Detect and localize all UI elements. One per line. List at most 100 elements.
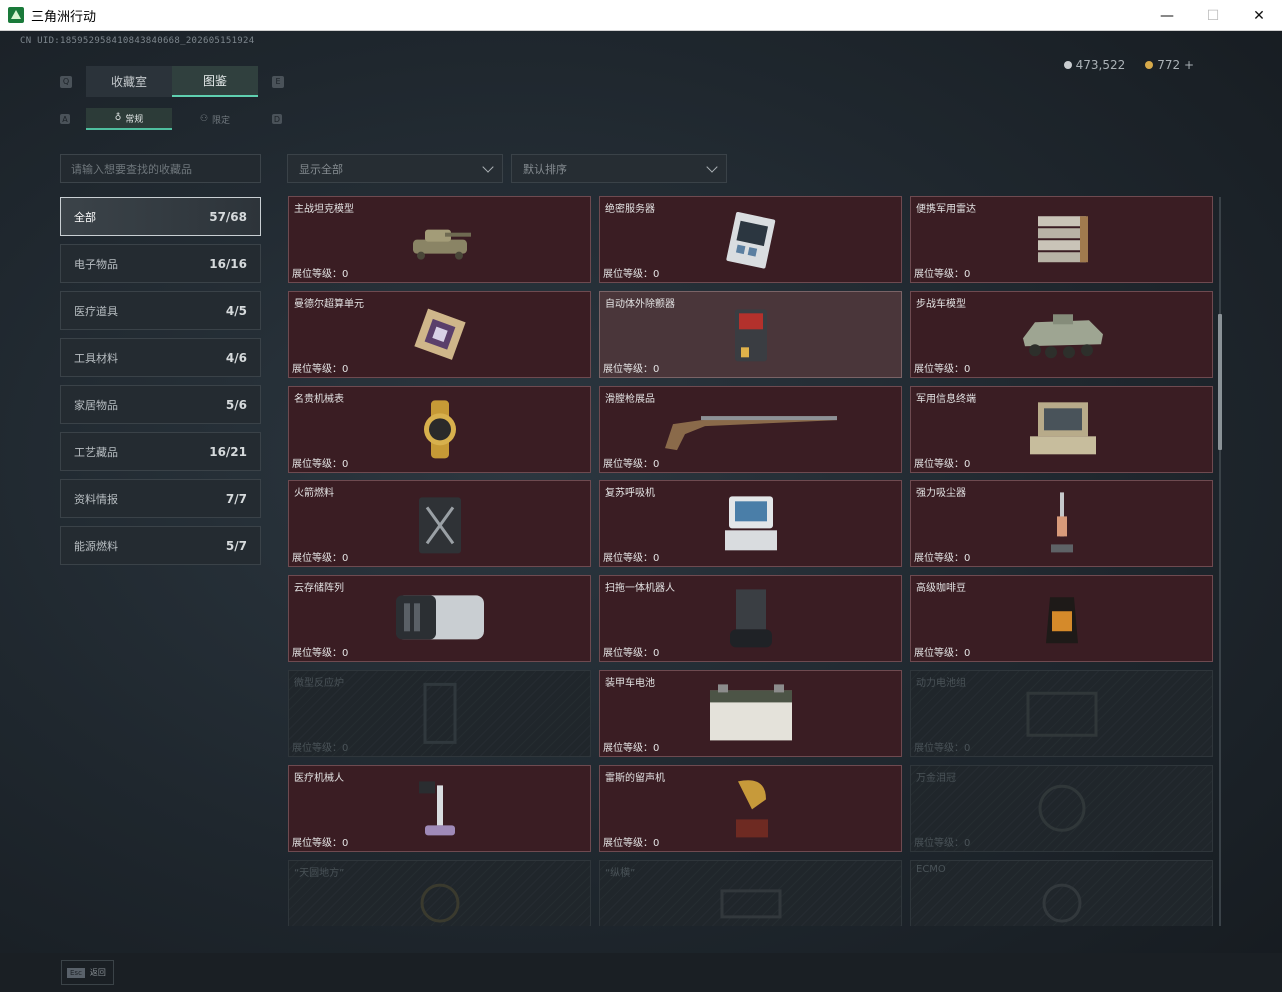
esc-key: Esc xyxy=(67,967,85,978)
item-name: 自动体外除颤器 xyxy=(605,299,675,310)
category-list: 全部 57/68 电子物品 16/16 医疗道具 4/5 工具材料 4/6 家居物品 5/… xyxy=(60,197,261,573)
ifv-model-icon xyxy=(1015,304,1109,368)
back-button[interactable]: Esc 返回 xyxy=(61,960,114,985)
item-name: 复苏呼吸机 xyxy=(605,488,655,499)
subtab-next-key[interactable]: D xyxy=(272,114,282,124)
item-display-level: 展位等级：0 xyxy=(914,648,971,659)
category-energy[interactable]: 能源燃料 5/7 xyxy=(60,526,261,565)
item-card[interactable]: ECMO xyxy=(910,860,1213,926)
subtab-limited[interactable]: ⚇ 限定 xyxy=(172,108,258,130)
item-card[interactable]: 滑膛枪展品 展位等级：0 xyxy=(599,386,902,473)
item-card[interactable]: 自动体外除颤器 展位等级：0 xyxy=(599,291,902,378)
item-card[interactable]: 绝密服务器 展位等级：0 xyxy=(599,196,902,283)
subtab-prev-key[interactable]: A xyxy=(60,114,70,124)
sort-dropdown[interactable]: 默认排序 xyxy=(511,154,727,183)
gold-coin-icon xyxy=(1145,61,1154,69)
coffee-bag-icon xyxy=(1042,589,1082,651)
item-card[interactable]: 便携军用雷达 展位等级：0 xyxy=(910,196,1213,283)
scrollbar-thumb[interactable] xyxy=(1218,314,1222,450)
item-display-level: 展位等级：0 xyxy=(603,838,660,849)
item-card[interactable]: 火箭燃料 展位等级：0 xyxy=(288,480,591,567)
item-name: 云存储阵列 xyxy=(294,583,344,594)
item-display-level: 展位等级：0 xyxy=(914,269,971,280)
category-intel[interactable]: 资料情报 7/7 xyxy=(60,479,261,518)
item-display-level: 展位等级：0 xyxy=(603,364,660,375)
category-electronics[interactable]: 电子物品 16/16 xyxy=(60,244,261,283)
item-card[interactable]: 微型反应炉 展位等级：0 xyxy=(288,670,591,757)
category-medical[interactable]: 医疗道具 4/5 xyxy=(60,291,261,330)
item-display-level: 展位等级：0 xyxy=(292,838,349,849)
item-card[interactable]: 主战坦克模型 展位等级：0 xyxy=(288,196,591,283)
item-card[interactable]: “天圆地方” xyxy=(288,860,591,926)
limited-icon: ⚇ xyxy=(199,114,209,124)
item-name: 医疗机械人 xyxy=(294,773,344,784)
item-card[interactable]: 步战车模型 展位等级：0 xyxy=(910,291,1213,378)
item-name: 火箭燃料 xyxy=(294,488,334,499)
battery-icon xyxy=(704,680,798,750)
item-card[interactable]: 复苏呼吸机 展位等级：0 xyxy=(599,480,902,567)
item-card[interactable]: 高级咖啡豆展位等级：0 xyxy=(910,575,1213,662)
uid-label: CN UID:18595295841084384066​8_2026051519… xyxy=(20,36,255,46)
item-card[interactable]: 医疗机械人展位等级：0 xyxy=(288,765,591,852)
globe-icon xyxy=(415,878,465,926)
item-card[interactable]: 动力电池组 展位等级：0 xyxy=(910,670,1213,757)
item-display-level: 展位等级：0 xyxy=(603,269,660,280)
chevron-down-icon xyxy=(482,161,494,173)
item-name: “天圆地方” xyxy=(294,868,345,879)
gold-currency[interactable]: 772 + xyxy=(1145,58,1194,72)
window-controls: — ☐ ✕ xyxy=(1144,0,1282,31)
item-card[interactable]: 云存储阵列展位等级：0 xyxy=(288,575,591,662)
item-name: ECMO xyxy=(916,864,946,875)
watch-icon xyxy=(415,398,465,464)
item-card[interactable]: 强力吸尘器 展位等级：0 xyxy=(910,480,1213,567)
main-tabs: Q 收藏室 图鉴 E xyxy=(60,66,284,97)
game-viewport: CN UID:18595295841084384066​8_2026051519… xyxy=(0,31,1282,992)
gramophone-icon xyxy=(726,775,776,845)
item-name: 高级咖啡豆 xyxy=(916,583,966,594)
subtab-regular[interactable]: ♁ 常规 xyxy=(86,108,172,130)
display-filter-dropdown[interactable]: 显示全部 xyxy=(287,154,503,183)
tab-prev-key[interactable]: Q xyxy=(60,75,72,88)
musket-icon xyxy=(661,404,841,458)
scrollbar-track[interactable] xyxy=(1219,197,1221,926)
item-name: 装甲车电池 xyxy=(605,678,655,689)
tab-catalog[interactable]: 图鉴 xyxy=(172,66,258,97)
terminal-icon xyxy=(1022,398,1102,464)
tab-collection-room[interactable]: 收藏室 xyxy=(86,66,172,97)
item-display-level: 展位等级：0 xyxy=(292,743,349,754)
vacuum-icon xyxy=(1047,490,1077,560)
reactor-icon xyxy=(415,680,465,750)
item-display-level: 展位等级：0 xyxy=(603,648,660,659)
search-input[interactable]: 请输入想要查找的收藏品 xyxy=(60,154,261,183)
item-display-level: 展位等级：0 xyxy=(914,838,971,849)
currency-bar: 473,522 772 + xyxy=(1063,58,1194,72)
item-card[interactable]: 军用信息终端 展位等级：0 xyxy=(910,386,1213,473)
item-card[interactable]: 扫拖一体机器人 展位等级：0 xyxy=(599,575,902,662)
item-card[interactable]: 万金泪冠 展位等级：0 xyxy=(910,765,1213,852)
item-name: 军用信息终端 xyxy=(916,394,976,405)
item-display-level: 展位等级：0 xyxy=(292,648,349,659)
maximize-button[interactable]: ☐ xyxy=(1190,0,1236,31)
item-display-level: 展位等级：0 xyxy=(914,743,971,754)
minimize-button[interactable]: — xyxy=(1144,0,1190,31)
item-name: 名贵机械表 xyxy=(294,394,344,405)
item-card[interactable]: 曼德尔超算单元 展位等级：0 xyxy=(288,291,591,378)
compute-unit-icon xyxy=(408,304,472,368)
item-card[interactable]: 雷斯的留声机 展位等级：0 xyxy=(599,765,902,852)
radar-icon xyxy=(1030,210,1094,272)
item-card[interactable]: “纵横” xyxy=(599,860,902,926)
category-household[interactable]: 家居物品 5/6 xyxy=(60,385,261,424)
power-pack-icon xyxy=(1022,683,1102,747)
item-card[interactable]: 名贵机械表 展位等级：0 xyxy=(288,386,591,473)
board-icon xyxy=(716,882,786,926)
crown-icon xyxy=(1032,778,1092,842)
item-card[interactable]: 装甲车电池 展位等级：0 xyxy=(599,670,902,757)
category-all[interactable]: 全部 57/68 xyxy=(60,197,261,236)
category-tools[interactable]: 工具材料 4/6 xyxy=(60,338,261,377)
category-crafts[interactable]: 工艺藏品 16/21 xyxy=(60,432,261,471)
tab-next-key[interactable]: E xyxy=(272,75,284,88)
item-name: 扫拖一体机器人 xyxy=(605,583,675,594)
close-button[interactable]: ✕ xyxy=(1236,0,1282,31)
silver-coin-icon xyxy=(1063,61,1072,69)
silver-currency: 473,522 xyxy=(1063,58,1125,72)
